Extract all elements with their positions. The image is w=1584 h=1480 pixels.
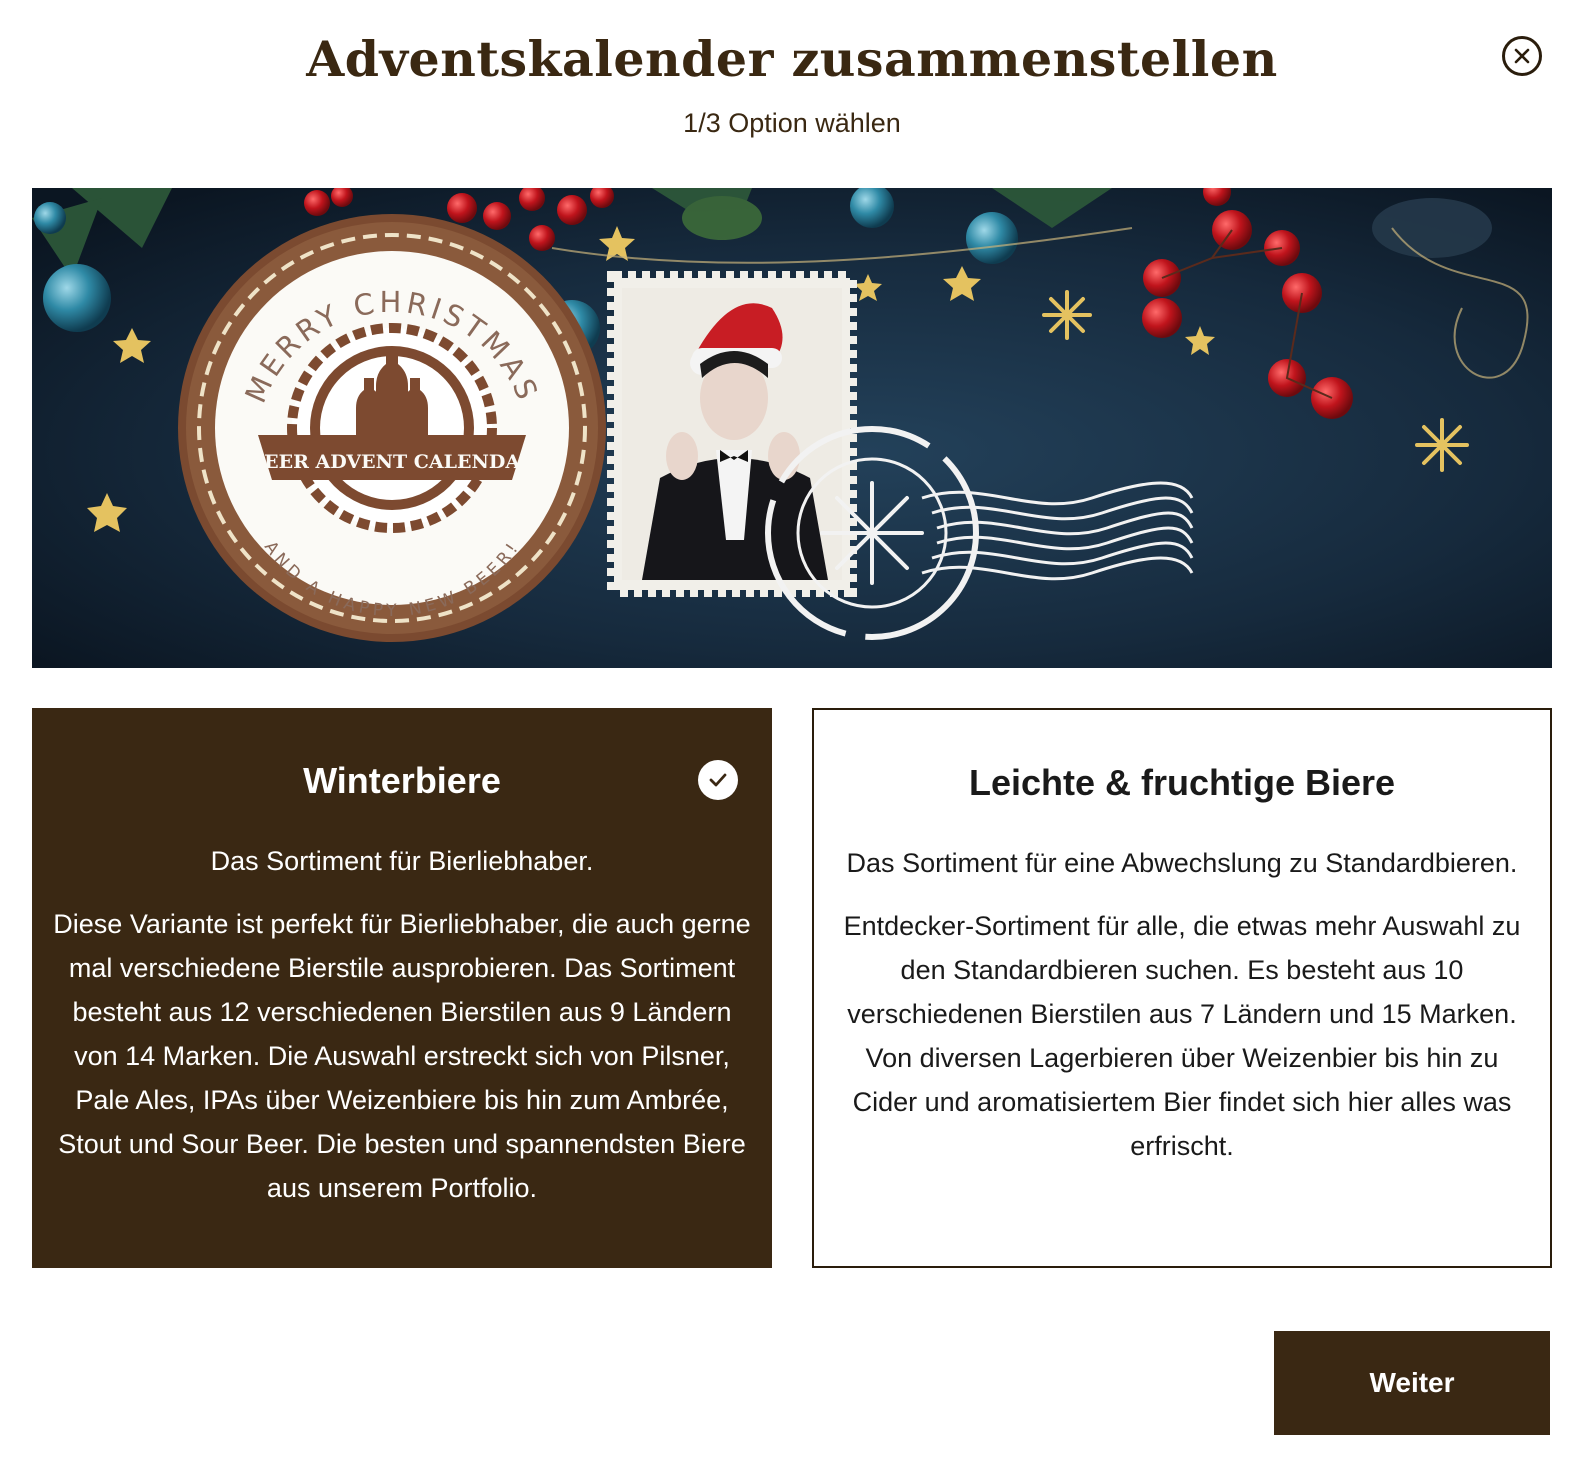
option-card-leichte-fruchtige-biere[interactable]: Leichte & fruchtige Biere Das Sortiment …	[812, 708, 1552, 1268]
option-card-winterbiere[interactable]: Winterbiere Das Sortiment für Bierliebha…	[32, 708, 772, 1268]
option-description: Entdecker-Sortiment für alle, die etwas …	[843, 911, 1521, 1161]
close-icon	[1514, 48, 1530, 64]
option-title: Winterbiere	[303, 760, 501, 801]
modal-title: Adventskalender zusammenstellen	[306, 30, 1278, 88]
option-description: Diese Variante ist perfekt für Bierliebh…	[53, 909, 751, 1203]
step-indicator: 1/3 Option wählen	[683, 108, 901, 138]
postage-stamp	[607, 271, 857, 597]
selected-check	[698, 760, 738, 800]
coaster-ribbon-text: BEER ADVENT CALENDAR	[248, 451, 536, 473]
christmas-banner: BEER ADVENT CALENDAR MERRY CHRISTMAS AND…	[32, 188, 1552, 668]
beer-coaster: BEER ADVENT CALENDAR MERRY CHRISTMAS AND…	[178, 214, 606, 642]
option-title: Leichte & fruchtige Biere	[968, 762, 1396, 803]
checkmark-icon	[709, 773, 727, 787]
close-button[interactable]	[1502, 36, 1542, 76]
option-subtitle: Das Sortiment für Bierliebhaber.	[210, 846, 594, 876]
option-subtitle: Das Sortiment für eine Abwechslung zu St…	[846, 848, 1518, 878]
next-button[interactable]: Weiter	[1274, 1331, 1550, 1435]
